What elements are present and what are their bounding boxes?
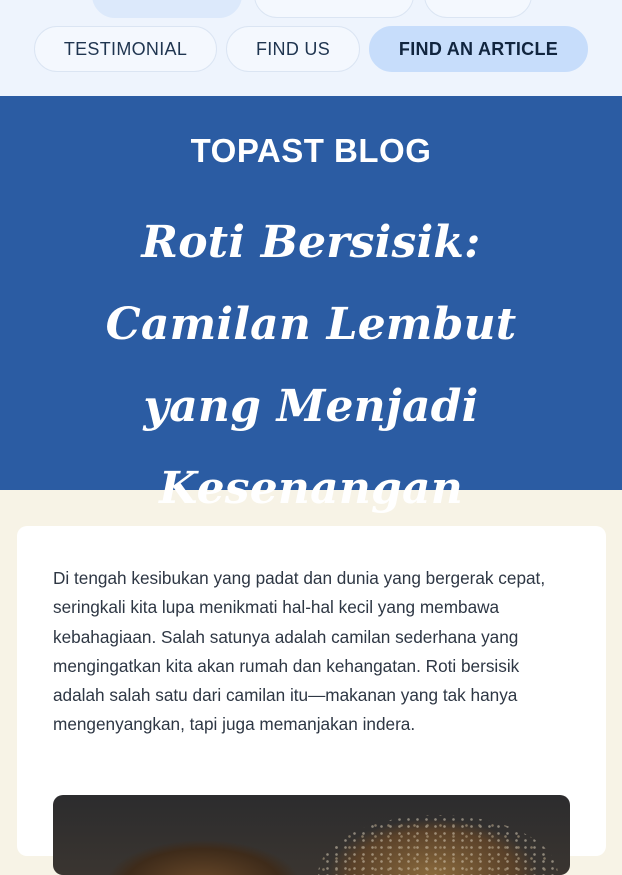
nav-find-an-article[interactable]: FIND AN ARTICLE [369,26,588,72]
article-intro: Di tengah kesibukan yang padat dan dunia… [53,568,546,735]
blog-label: TOPAST BLOG [190,132,432,169]
article-card: Di tengah kesibukan yang padat dan dunia… [17,526,606,875]
bread-texture [318,815,558,875]
top-navigation: TESTIMONIAL FIND US FIND AN ARTICLE [0,0,622,96]
nav-pill-partial[interactable] [254,0,414,18]
blog-hero: TOPAST BLOG Roti Bersisik: Camilan Lembu… [0,96,622,596]
nav-testimonial[interactable]: TESTIMONIAL [34,26,217,72]
nav-pill-partial[interactable] [92,0,242,18]
article-image [53,795,570,875]
nav-find-us[interactable]: FIND US [226,26,360,72]
nav-pill-partial[interactable] [424,0,532,18]
